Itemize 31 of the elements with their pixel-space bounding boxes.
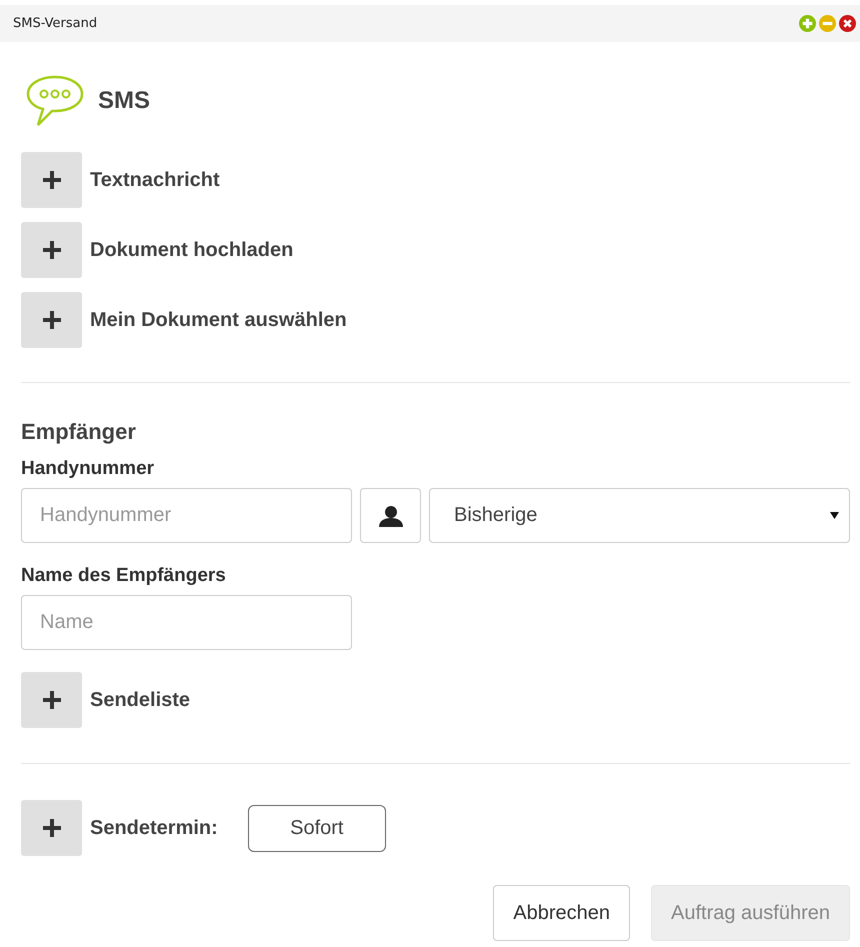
- section-label: Mein Dokument auswählen: [90, 308, 347, 332]
- expand-button[interactable]: [21, 800, 82, 856]
- history-dropdown[interactable]: Bisherige: [429, 488, 850, 543]
- expand-button[interactable]: [21, 222, 82, 278]
- expand-button[interactable]: [21, 152, 82, 208]
- section-label: Textnachricht: [90, 168, 220, 192]
- expand-button[interactable]: [21, 292, 82, 348]
- speech-bubble-icon: [26, 75, 84, 127]
- section-label: Dokument hochladen: [90, 238, 294, 262]
- schedule-label: Sendetermin:: [90, 816, 218, 840]
- section-heading: Empfänger: [21, 419, 137, 445]
- close-icon[interactable]: [839, 15, 856, 32]
- phone-input[interactable]: Handynummer: [21, 488, 352, 543]
- name-input[interactable]: Name: [21, 595, 352, 650]
- window-title: SMS-Versand: [13, 16, 98, 31]
- expand-button[interactable]: [21, 672, 82, 728]
- field-label: Handynummer: [21, 458, 156, 480]
- field-label: Name des Empfängers: [21, 565, 227, 587]
- person-icon: [378, 504, 402, 526]
- contact-button[interactable]: [360, 488, 421, 543]
- cancel-button[interactable]: Abbrechen: [493, 885, 630, 941]
- dropdown-value: Bisherige: [454, 504, 538, 527]
- caret-icon: [830, 512, 839, 519]
- plus-icon: [42, 241, 60, 259]
- plus-icon: [42, 311, 60, 329]
- plus-icon: [42, 819, 60, 837]
- schedule-button[interactable]: Sofort: [248, 804, 386, 852]
- plus-icon: [42, 171, 60, 189]
- plus-icon: [42, 691, 60, 709]
- sms-heading: SMS: [98, 87, 150, 115]
- section-label: Sendeliste: [90, 688, 190, 712]
